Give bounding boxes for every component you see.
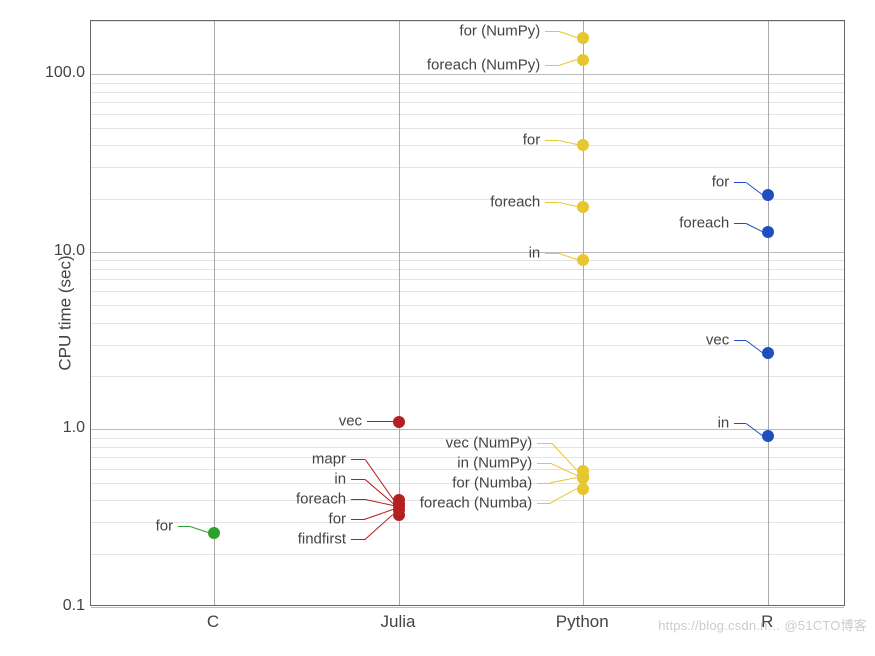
gridline-minor bbox=[91, 345, 844, 346]
gridline-vertical bbox=[214, 21, 215, 605]
x-tick-label: Julia bbox=[338, 612, 458, 632]
gridline-minor bbox=[91, 260, 844, 261]
leader-line bbox=[351, 479, 365, 480]
gridline-major bbox=[91, 74, 844, 75]
data-point bbox=[577, 54, 589, 66]
data-point bbox=[393, 509, 405, 521]
gridline-major bbox=[91, 607, 844, 608]
gridline-major bbox=[91, 252, 844, 253]
gridline-minor bbox=[91, 128, 844, 129]
benchmark-chart: CPU time (sec) https://blog.csdn.n… @51C… bbox=[0, 0, 875, 656]
leader-line bbox=[545, 140, 559, 141]
gridline-minor bbox=[91, 457, 844, 458]
leader-line bbox=[734, 340, 746, 341]
leader-line bbox=[351, 519, 365, 520]
leader-line bbox=[537, 503, 551, 504]
leader-line bbox=[734, 182, 746, 183]
y-tick-label: 10.0 bbox=[5, 242, 85, 260]
leader-line bbox=[365, 460, 394, 501]
gridline-minor bbox=[91, 483, 844, 484]
leader-line bbox=[734, 423, 746, 424]
leader-line bbox=[537, 483, 551, 484]
leader-line bbox=[559, 253, 577, 260]
data-point bbox=[577, 483, 589, 495]
y-tick-label: 100.0 bbox=[5, 64, 85, 82]
leader-line bbox=[351, 459, 365, 460]
gridline-minor bbox=[91, 447, 844, 448]
x-tick-label: Python bbox=[522, 612, 642, 632]
gridline-minor bbox=[91, 199, 844, 200]
gridline-minor bbox=[91, 469, 844, 470]
leader-line bbox=[351, 499, 365, 500]
data-point bbox=[577, 201, 589, 213]
gridline-vertical bbox=[768, 21, 769, 605]
plot-area bbox=[90, 20, 845, 606]
gridline-minor bbox=[91, 269, 844, 270]
leader-line bbox=[746, 340, 763, 353]
data-point bbox=[577, 254, 589, 266]
gridline-major bbox=[91, 429, 844, 430]
data-point bbox=[762, 226, 774, 238]
gridline-minor bbox=[91, 554, 844, 555]
leader-line bbox=[367, 421, 393, 422]
leader-line bbox=[190, 526, 208, 533]
data-point bbox=[762, 430, 774, 442]
leader-line bbox=[559, 59, 577, 66]
gridline-minor bbox=[91, 114, 844, 115]
data-point bbox=[577, 32, 589, 44]
leader-line bbox=[545, 253, 559, 254]
gridline-minor bbox=[91, 102, 844, 103]
gridline-minor bbox=[91, 145, 844, 146]
gridline-minor bbox=[91, 305, 844, 306]
gridline-minor bbox=[91, 279, 844, 280]
x-tick-label: C bbox=[153, 612, 273, 632]
gridline-minor bbox=[91, 83, 844, 84]
data-point bbox=[393, 416, 405, 428]
data-point bbox=[577, 139, 589, 151]
gridline-minor bbox=[91, 376, 844, 377]
gridline-minor bbox=[91, 291, 844, 292]
leader-line bbox=[537, 463, 551, 464]
leader-line bbox=[746, 223, 762, 232]
leader-line bbox=[537, 443, 551, 444]
leader-line bbox=[734, 223, 746, 224]
leader-line bbox=[559, 202, 577, 207]
gridline-minor bbox=[91, 92, 844, 93]
leader-line bbox=[551, 488, 577, 503]
gridline-minor bbox=[91, 522, 844, 523]
gridline-minor bbox=[91, 438, 844, 439]
leader-line bbox=[178, 526, 190, 527]
x-tick-label: R bbox=[707, 612, 827, 632]
leader-line bbox=[545, 65, 559, 66]
data-point bbox=[762, 347, 774, 359]
leader-line bbox=[559, 31, 577, 38]
leader-line bbox=[545, 31, 559, 32]
gridline-vertical bbox=[583, 21, 584, 605]
data-point bbox=[762, 189, 774, 201]
leader-line bbox=[746, 182, 763, 195]
leader-line bbox=[351, 539, 365, 540]
data-point bbox=[208, 527, 220, 539]
gridline-minor bbox=[91, 21, 844, 22]
gridline-minor bbox=[91, 167, 844, 168]
y-axis-label: CPU time (sec) bbox=[56, 255, 76, 370]
y-tick-label: 1.0 bbox=[5, 419, 85, 437]
leader-line bbox=[545, 202, 559, 203]
y-tick-label: 0.1 bbox=[5, 597, 85, 615]
gridline-minor bbox=[91, 500, 844, 501]
gridline-minor bbox=[91, 323, 844, 324]
